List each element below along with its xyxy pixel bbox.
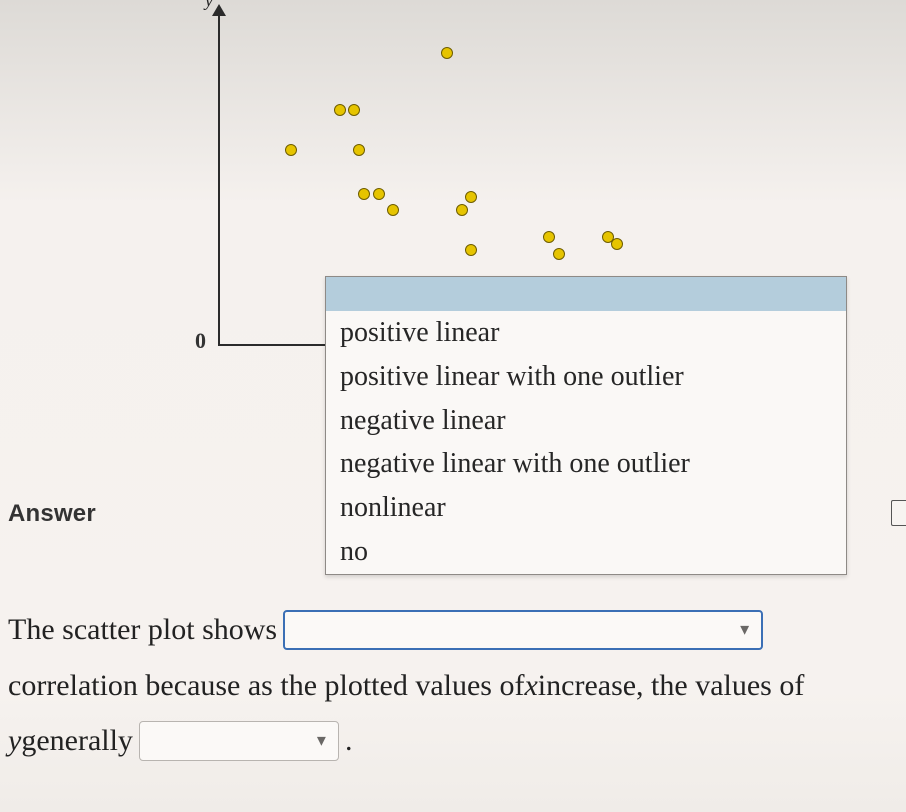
sentence-text: correlation because as the plotted value… xyxy=(8,658,524,714)
data-point xyxy=(465,244,477,256)
x-variable: x xyxy=(524,658,537,714)
dropdown-option[interactable]: nonlinear xyxy=(326,486,846,530)
data-point xyxy=(353,144,365,156)
answer-heading: Answer xyxy=(8,500,96,528)
sentence-text: The scatter plot shows xyxy=(8,602,277,658)
dropdown-option[interactable]: negative linear with one outlier xyxy=(326,442,846,486)
data-point xyxy=(373,188,385,200)
keypad-icon[interactable] xyxy=(891,500,906,526)
data-point xyxy=(611,238,623,250)
sentence-text: increase, the values of xyxy=(538,658,805,714)
sentence-text: generally xyxy=(21,713,133,769)
dropdown-blank-option[interactable] xyxy=(326,277,846,311)
data-point xyxy=(456,204,468,216)
data-point xyxy=(348,104,360,116)
answer-sentence: The scatter plot shows ▾ correlation bec… xyxy=(8,602,906,769)
data-point xyxy=(358,188,370,200)
y-axis xyxy=(218,6,220,344)
dropdown-option[interactable]: positive linear with one outlier xyxy=(326,355,846,399)
data-point xyxy=(465,191,477,203)
origin-label: 0 xyxy=(195,328,206,354)
dropdown-option[interactable]: positive linear xyxy=(326,311,846,355)
data-point xyxy=(441,47,453,59)
data-point xyxy=(387,204,399,216)
dropdown-option[interactable]: negative linear xyxy=(326,399,846,443)
trend-select[interactable]: ▾ xyxy=(139,721,339,761)
data-point xyxy=(334,104,346,116)
y-variable: y xyxy=(8,713,21,769)
correlation-dropdown-list[interactable]: positive linearpositive linear with one … xyxy=(325,276,847,575)
chevron-down-icon: ▾ xyxy=(740,613,749,646)
data-point xyxy=(543,231,555,243)
data-point xyxy=(285,144,297,156)
chevron-down-icon: ▾ xyxy=(317,724,326,757)
sentence-period: . xyxy=(345,713,353,769)
data-point xyxy=(553,248,565,260)
dropdown-option[interactable]: no xyxy=(326,530,846,574)
correlation-select[interactable]: ▾ xyxy=(283,610,763,650)
